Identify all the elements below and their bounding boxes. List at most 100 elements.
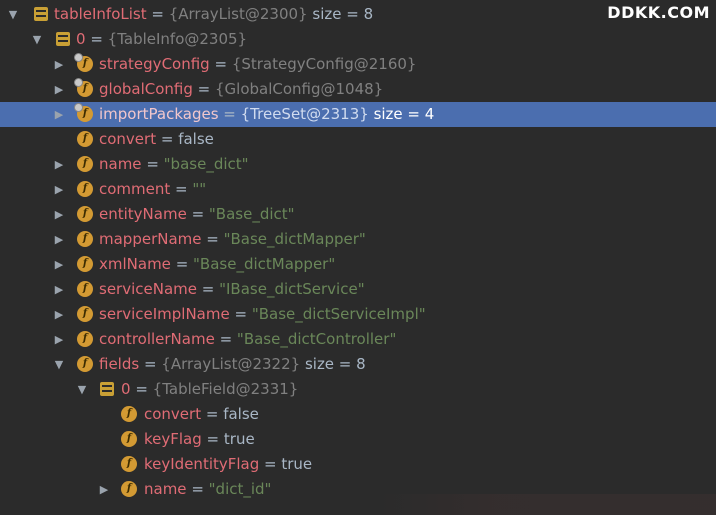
variable-name: comment — [99, 180, 171, 198]
final-marker-icon — [74, 53, 83, 62]
final-marker-icon — [74, 103, 83, 112]
variable-ref: {TreeSet@2313} — [240, 105, 369, 123]
variable-name: entityName — [99, 205, 187, 223]
variable-name: fields — [99, 355, 140, 373]
variable-string: "Base_dictMapper" — [223, 230, 366, 248]
field-icon: f — [121, 481, 137, 497]
variable-name: serviceImplName — [99, 305, 230, 323]
tree-row-field-keyidentityflag[interactable]: f keyIdentityFlag = true — [0, 452, 716, 477]
debugger-variables-tree: ▼ tableInfoList = {ArrayList@2300} size … — [0, 0, 716, 515]
variable-name: globalConfig — [99, 80, 193, 98]
tree-row-field-keyflag[interactable]: f keyFlag = true — [0, 427, 716, 452]
field-icon: f — [77, 281, 93, 297]
field-icon: f — [121, 431, 137, 447]
field-icon: f — [77, 256, 93, 272]
expand-arrow-icon[interactable]: ▼ — [52, 352, 66, 377]
collapse-arrow-icon[interactable]: ▶ — [52, 277, 66, 302]
collapse-arrow-icon[interactable]: ▶ — [52, 202, 66, 227]
variable-value: false — [223, 405, 259, 423]
tree-row-xmlname[interactable]: ▶ f xmlName = "Base_dictMapper" — [0, 252, 716, 277]
variable-name: controllerName — [99, 330, 215, 348]
variable-string: "IBase_dictService" — [219, 280, 365, 298]
tree-row-controllername[interactable]: ▶ f controllerName = "Base_dictControlle… — [0, 327, 716, 352]
field-icon: f — [77, 331, 93, 347]
list-icon — [34, 7, 48, 21]
tree-row-entityname[interactable]: ▶ f entityName = "Base_dict" — [0, 202, 716, 227]
list-icon — [100, 382, 114, 396]
variable-name: keyFlag — [144, 430, 202, 448]
field-icon: f — [121, 406, 137, 422]
tree-row-globalconfig[interactable]: ▶ f globalConfig = {GlobalConfig@1048} — [0, 77, 716, 102]
variable-string: "Base_dictMapper" — [193, 255, 336, 273]
variable-name: serviceName — [99, 280, 197, 298]
variable-name: convert — [99, 130, 157, 148]
collapse-arrow-icon[interactable]: ▶ — [52, 102, 66, 127]
tree-row-tablefield-0[interactable]: ▼ 0 = {TableField@2331} — [0, 377, 716, 402]
tree-row-field-convert[interactable]: f convert = false — [0, 402, 716, 427]
variable-string: "base_dict" — [163, 155, 249, 173]
tree-row-name[interactable]: ▶ f name = "base_dict" — [0, 152, 716, 177]
variable-ref: {GlobalConfig@1048} — [214, 80, 384, 98]
variable-ref: {ArrayList@2300} — [168, 5, 308, 23]
variable-value: false — [178, 130, 214, 148]
collapse-arrow-icon[interactable]: ▶ — [97, 477, 111, 502]
variable-size: size = 4 — [368, 105, 435, 123]
variable-name: strategyConfig — [99, 55, 210, 73]
expand-arrow-icon[interactable]: ▼ — [75, 377, 89, 402]
tree-row-strategyconfig[interactable]: ▶ f strategyConfig = {StrategyConfig@216… — [0, 52, 716, 77]
collapse-arrow-icon[interactable]: ▶ — [52, 52, 66, 77]
tree-row-mappername[interactable]: ▶ f mapperName = "Base_dictMapper" — [0, 227, 716, 252]
field-icon: f — [77, 306, 93, 322]
variable-ref: {StrategyConfig@2160} — [231, 55, 417, 73]
variable-name: tableInfoList — [54, 5, 147, 23]
tree-row-comment[interactable]: ▶ f comment = "" — [0, 177, 716, 202]
variable-value: true — [223, 430, 255, 448]
watermark-logo: DDKK.COM — [607, 3, 710, 22]
variable-string: "dict_id" — [208, 480, 272, 498]
variable-ref: {ArrayList@2322} — [161, 355, 301, 373]
tree-row-convert[interactable]: f convert = false — [0, 127, 716, 152]
variable-name: name — [99, 155, 142, 173]
collapse-arrow-icon[interactable]: ▶ — [52, 77, 66, 102]
tree-row-fields[interactable]: ▼ f fields = {ArrayList@2322} size = 8 — [0, 352, 716, 377]
variable-size: size = 8 — [300, 355, 366, 373]
expand-arrow-icon[interactable]: ▼ — [6, 2, 20, 27]
field-icon: f — [77, 181, 93, 197]
field-icon: f — [121, 456, 137, 472]
variable-size: size = 8 — [307, 5, 374, 23]
variable-string: "Base_dict" — [208, 205, 295, 223]
bottom-overlay — [380, 494, 716, 515]
variable-name: mapperName — [99, 230, 202, 248]
variable-ref: {TableField@2331} — [152, 380, 299, 398]
field-icon: f — [77, 206, 93, 222]
field-icon: f — [77, 356, 93, 372]
variable-name: name — [144, 480, 187, 498]
collapse-arrow-icon[interactable]: ▶ — [52, 327, 66, 352]
variable-name: 0 — [121, 380, 131, 398]
tree-row-importpackages[interactable]: ▶ f importPackages = {TreeSet@2313} size… — [0, 102, 716, 127]
collapse-arrow-icon[interactable]: ▶ — [52, 152, 66, 177]
variable-string: "Base_dictController" — [236, 330, 397, 348]
collapse-arrow-icon[interactable]: ▶ — [52, 252, 66, 277]
variable-name: xmlName — [99, 255, 171, 273]
field-icon: f — [77, 131, 93, 147]
variable-name: importPackages — [99, 105, 219, 123]
tree-row-serviceimplname[interactable]: ▶ f serviceImplName = "Base_dictServiceI… — [0, 302, 716, 327]
field-icon: f — [77, 231, 93, 247]
final-marker-icon — [74, 78, 83, 87]
expand-arrow-icon[interactable]: ▼ — [30, 27, 44, 52]
tree-row-tableinfo-0[interactable]: ▼ 0 = {TableInfo@2305} — [0, 27, 716, 52]
variable-value: true — [281, 455, 313, 473]
field-icon: f — [77, 156, 93, 172]
variable-name: keyIdentityFlag — [144, 455, 260, 473]
variable-string: "Base_dictServiceImpl" — [251, 305, 426, 323]
collapse-arrow-icon[interactable]: ▶ — [52, 227, 66, 252]
variable-ref: {TableInfo@2305} — [107, 30, 248, 48]
variable-string: "" — [192, 180, 207, 198]
variable-name: 0 — [76, 30, 86, 48]
collapse-arrow-icon[interactable]: ▶ — [52, 302, 66, 327]
list-icon — [56, 32, 70, 46]
variable-name: convert — [144, 405, 202, 423]
tree-row-servicename[interactable]: ▶ f serviceName = "IBase_dictService" — [0, 277, 716, 302]
collapse-arrow-icon[interactable]: ▶ — [52, 177, 66, 202]
